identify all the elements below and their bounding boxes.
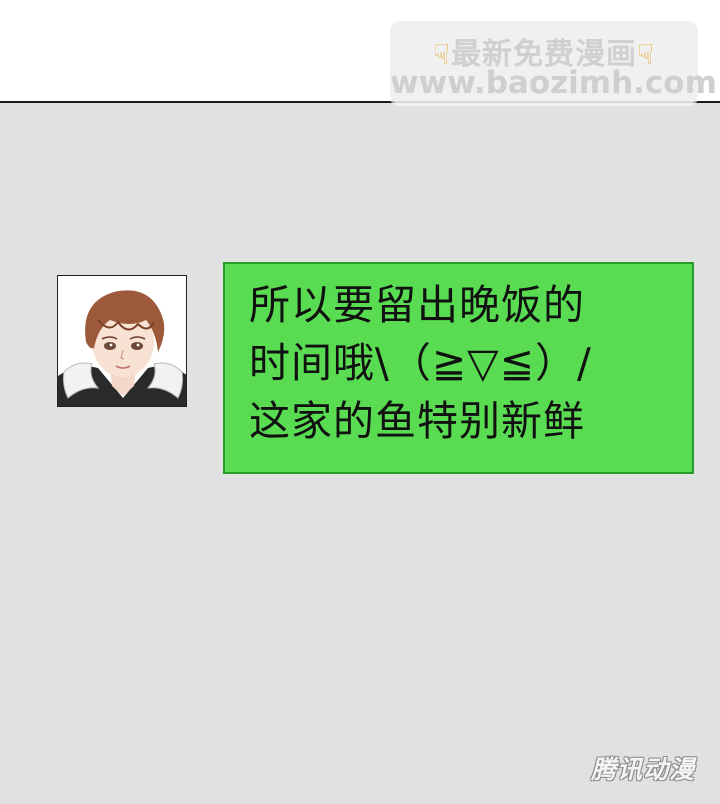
watermark: ☟最新免费漫画☟ www.baozimh.com (390, 21, 717, 104)
message-bubble: 所以要留出晚饭的 时间哦\（≧▽≦）/ 这家的鱼特别新鲜 (223, 262, 694, 474)
avatar[interactable] (57, 275, 187, 407)
message-line: 这家的鱼特别新鲜 (249, 397, 585, 445)
message-line: 所以要留出晚饭的 (249, 281, 585, 329)
message-line: 时间哦\（≧▽≦）/ (249, 339, 592, 387)
message-text: 所以要留出晚饭的 时间哦\（≧▽≦）/ 这家的鱼特别新鲜 (249, 276, 679, 450)
corner-logo: 腾讯动漫 (590, 755, 695, 784)
boy-avatar-icon (58, 290, 186, 406)
watermark-url: www.baozimh.com (390, 65, 717, 101)
